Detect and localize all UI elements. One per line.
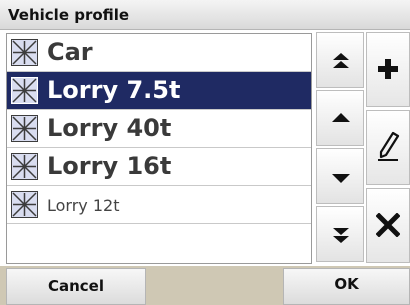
list-item-label: Lorry 40t (47, 114, 172, 142)
delete-profile-button[interactable] (366, 188, 410, 263)
list-item-label: Lorry 7.5t (47, 76, 181, 104)
scroll-top-icon (333, 53, 349, 68)
edit-profile-button[interactable] (366, 110, 410, 185)
list-item-lorry-40t[interactable]: Lorry 40t (7, 110, 311, 148)
cancel-button[interactable]: Cancel (6, 268, 146, 305)
list-item-label: Lorry 12t (47, 196, 120, 215)
vehicle-icon (11, 153, 38, 180)
add-profile-button[interactable] (366, 32, 410, 107)
ok-button[interactable]: OK (283, 268, 410, 305)
list-item-empty (7, 224, 311, 262)
list-item-label: Car (47, 38, 93, 66)
scroll-down-icon (332, 174, 350, 183)
vehicle-icon (11, 191, 38, 218)
scroll-up-button[interactable] (316, 90, 364, 146)
list-item-lorry-12t[interactable]: Lorry 12t (7, 186, 311, 224)
scroll-bottom-button[interactable] (316, 206, 364, 262)
scroll-bottom-icon (333, 228, 349, 243)
vehicle-icon (11, 77, 38, 104)
scroll-down-button[interactable] (316, 148, 364, 204)
vehicle-icon (11, 115, 38, 142)
scroll-top-button[interactable] (316, 32, 364, 88)
list-item-lorry-16t[interactable]: Lorry 16t (7, 148, 311, 186)
list-item-label: Lorry 16t (47, 152, 172, 180)
vehicle-icon (11, 39, 38, 66)
title-bar: Vehicle profile (0, 0, 410, 30)
list-item-car[interactable]: Car (7, 34, 311, 72)
vehicle-profile-list[interactable]: Car Lorry 7.5t Lorry 40t Lorry 16t Lorry… (6, 33, 312, 264)
delete-icon (376, 213, 400, 237)
list-item-lorry-7-5t[interactable]: Lorry 7.5t (7, 72, 311, 110)
scroll-up-icon (332, 113, 350, 122)
page-title: Vehicle profile (8, 6, 130, 24)
edit-pen-icon (378, 131, 400, 161)
add-icon (378, 59, 398, 79)
